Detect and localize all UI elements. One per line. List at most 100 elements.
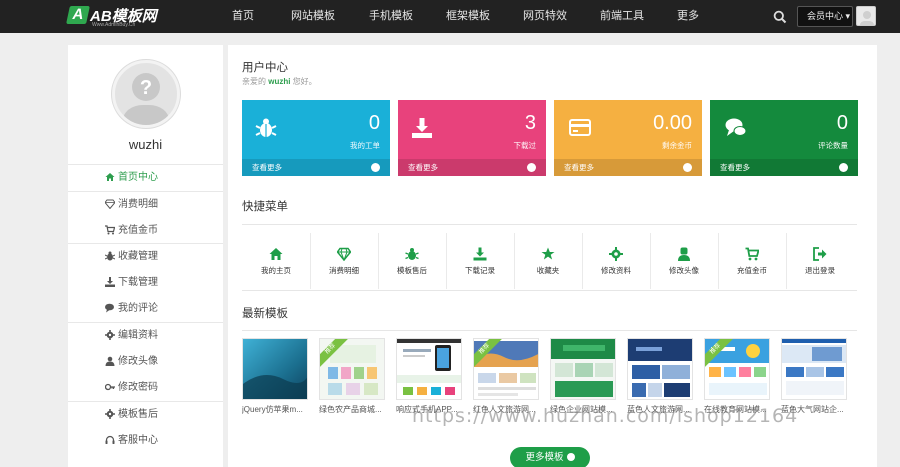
main-content: 用户中心 亲爱的 wuzhi 您好。 0 我的工单 查看更多 3 下载过 查看更…: [228, 45, 877, 467]
user-sidebar: ? wuzhi 首页中心 消费明细 充值金币 收藏管理 下载管理 我的评论 编辑…: [68, 45, 223, 467]
template-card[interactable]: jQuery仿苹果m...: [242, 338, 308, 422]
template-title: jQuery仿苹果m...: [242, 405, 303, 414]
cart-icon: [745, 247, 759, 261]
sidebar-item-comments[interactable]: 我的评论: [68, 296, 223, 322]
sidebar-item-recharge[interactable]: 充值金币: [68, 218, 223, 244]
sidebar-item-service[interactable]: 客服中心: [68, 428, 223, 454]
stat-value: 0.00: [653, 112, 692, 134]
quick-aftersales[interactable]: 模板售后: [378, 235, 446, 287]
nav-web-effects[interactable]: 网页特效: [523, 0, 567, 33]
quick-menu-title: 快捷菜单: [242, 201, 288, 213]
svg-text:?: ?: [140, 77, 152, 99]
quick-label: 修改头像: [669, 266, 699, 275]
quick-logout[interactable]: 退出登录: [786, 235, 854, 287]
comments-icon: [105, 303, 114, 313]
nav-frame-templates[interactable]: 框架模板: [446, 0, 490, 33]
stat-value: 0: [836, 112, 848, 134]
settings-icon: [105, 409, 115, 419]
arrow-circle-icon: [527, 163, 536, 172]
quick-recharge[interactable]: 充值金币: [718, 235, 786, 287]
bug-icon: [405, 248, 419, 260]
sidebar-item-downloads[interactable]: 下载管理: [68, 270, 223, 296]
stat-more-link[interactable]: 查看更多: [242, 159, 390, 176]
sidebar-item-consumption[interactable]: 消费明细: [68, 192, 223, 218]
quick-label: 我的主页: [261, 266, 291, 275]
download-icon: [105, 277, 115, 287]
gear-icon: [609, 247, 623, 261]
cart-icon: [105, 225, 115, 235]
stat-card-tickets[interactable]: 0 我的工单 查看更多: [242, 100, 390, 176]
nav-more[interactable]: 更多: [677, 0, 699, 33]
stat-caption: 我的工单: [350, 141, 380, 150]
sidebar-item-label: 编辑资料: [118, 330, 158, 341]
sidebar-item-change-avatar[interactable]: 修改头像: [68, 349, 223, 375]
diamond-icon: [105, 199, 115, 209]
quick-consumption[interactable]: 消费明细: [310, 235, 378, 287]
stat-card-comments[interactable]: 0 评论数量 查看更多: [710, 100, 858, 176]
logout-icon: [813, 247, 827, 261]
user-center-title: 用户中心: [242, 62, 288, 74]
sidebar-item-label: 充值金币: [118, 225, 158, 236]
sidebar-item-home[interactable]: 首页中心: [68, 165, 223, 191]
search-icon[interactable]: [773, 10, 787, 24]
diamond-icon: [337, 247, 351, 261]
nav-home[interactable]: 首页: [232, 0, 254, 33]
template-title: 绿色农产品商城...: [319, 405, 382, 414]
template-thumbnail: [242, 338, 308, 400]
nav-frontend-tools[interactable]: 前端工具: [600, 0, 644, 33]
stat-card-coins[interactable]: 0.00 剩余金币 查看更多: [554, 100, 702, 176]
template-thumbnail: 推荐: [704, 338, 770, 400]
template-thumbnail: [781, 338, 847, 400]
quick-edit-profile[interactable]: 修改资料: [582, 235, 650, 287]
more-templates-button[interactable]: 更多模板: [510, 447, 590, 467]
quick-label: 消费明细: [329, 266, 359, 275]
template-thumbnail: [627, 338, 693, 400]
logo-subtext: Www.AdminBuy.Cn: [92, 22, 136, 28]
template-thumbnail: [396, 338, 462, 400]
quick-my-home[interactable]: 我的主页: [242, 235, 310, 287]
star-icon: [541, 247, 555, 260]
divider: [242, 330, 857, 331]
stat-more-link[interactable]: 查看更多: [398, 159, 546, 176]
template-thumbnail: 推荐: [319, 338, 385, 400]
headset-icon: [105, 435, 115, 444]
top-avatar[interactable]: [856, 6, 876, 26]
quick-label: 模板售后: [397, 266, 427, 275]
sidebar-item-label: 修改密码: [118, 382, 158, 393]
sidebar-item-label: 修改头像: [118, 356, 158, 367]
profile-avatar[interactable]: ?: [112, 60, 180, 128]
sidebar-item-edit-profile[interactable]: 编辑资料: [68, 323, 223, 349]
stat-caption: 剩余金币: [662, 141, 692, 150]
gear-icon: [105, 330, 115, 340]
quick-label: 下载记录: [465, 266, 495, 275]
sidebar-item-label: 下载管理: [118, 277, 158, 288]
quick-favorites[interactable]: 收藏夹: [514, 235, 582, 287]
quick-change-avatar[interactable]: 修改头像: [650, 235, 718, 287]
quick-label: 充值金币: [737, 266, 767, 275]
stat-more-link[interactable]: 查看更多: [554, 159, 702, 176]
download-icon: [473, 247, 487, 261]
quick-download-records[interactable]: 下载记录: [446, 235, 514, 287]
stat-more-link[interactable]: 查看更多: [710, 159, 858, 176]
key-icon: [105, 383, 115, 391]
nav-mobile-templates[interactable]: 手机模板: [369, 0, 413, 33]
site-logo[interactable]: A AB模板网 Www.AdminBuy.Cn: [66, 4, 168, 30]
arrow-circle-icon: [566, 453, 575, 461]
watermark-url: https://www.huzhan.com/ishop12164: [412, 405, 799, 427]
stat-card-downloads[interactable]: 3 下载过 查看更多: [398, 100, 546, 176]
latest-templates-title: 最新模板: [242, 308, 288, 320]
sidebar-item-label: 消费明细: [118, 199, 158, 210]
sidebar-item-label: 客服中心: [118, 435, 158, 446]
divider: [242, 290, 857, 291]
top-navbar: A AB模板网 Www.AdminBuy.Cn 首页 网站模板 手机模板 框架模…: [0, 0, 900, 33]
stat-value: 3: [524, 112, 536, 134]
nav-website-templates[interactable]: 网站模板: [291, 0, 335, 33]
member-center-dropdown[interactable]: 会员中心 ▾: [797, 6, 853, 27]
comments-icon: [725, 118, 747, 136]
sidebar-item-favorites[interactable]: 收藏管理: [68, 244, 223, 270]
template-card[interactable]: 推荐 绿色农产品商城...: [319, 338, 385, 422]
sidebar-item-aftersales[interactable]: 模板售后: [68, 402, 223, 428]
credit-card-icon: [569, 119, 591, 136]
sidebar-item-change-password[interactable]: 修改密码: [68, 375, 223, 401]
quick-label: 修改资料: [601, 266, 631, 275]
